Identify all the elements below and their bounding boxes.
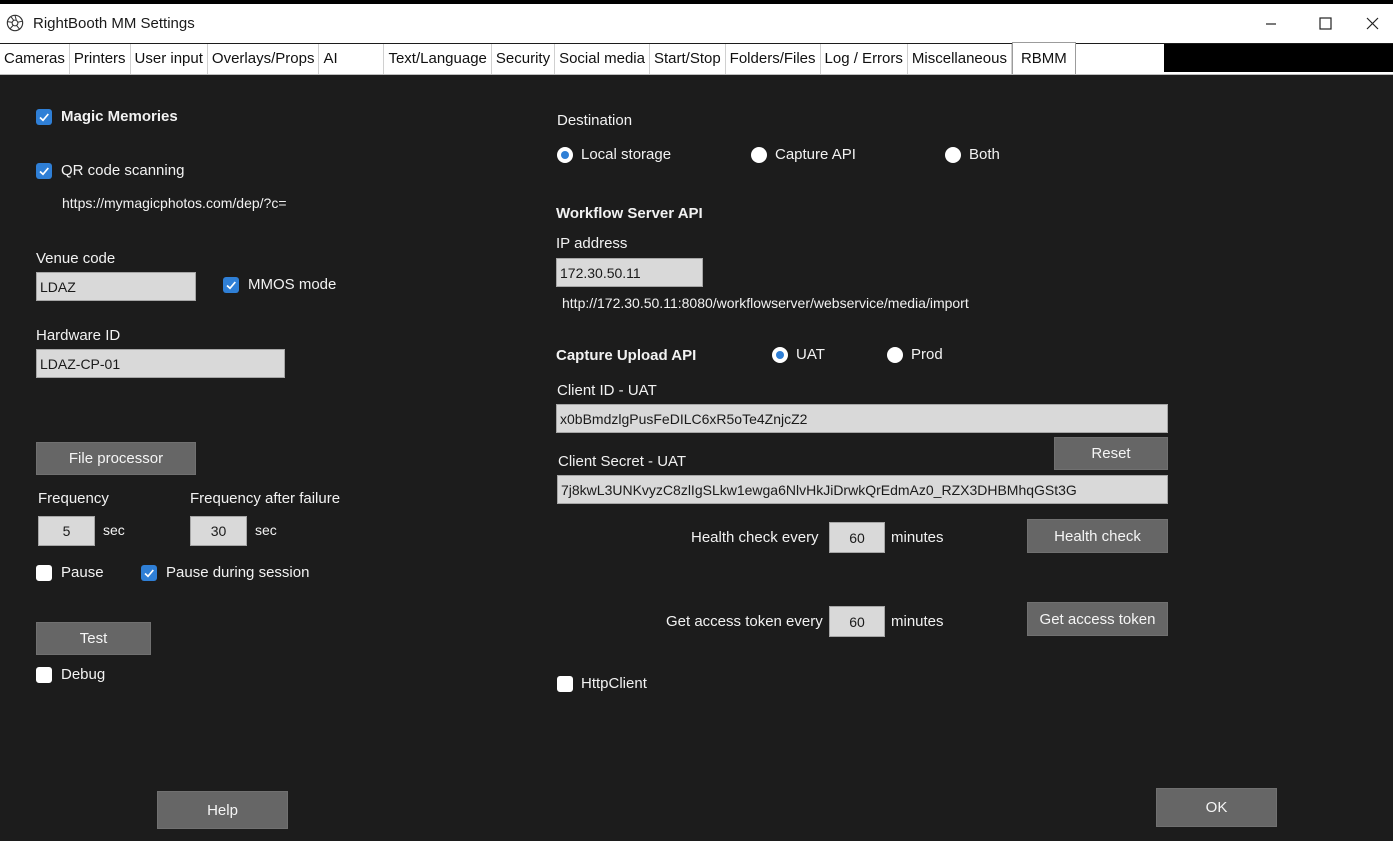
hardware-id-input[interactable]: LDAZ-CP-01 [36, 349, 285, 378]
close-button[interactable] [1352, 4, 1393, 43]
ok-button[interactable]: OK [1156, 788, 1277, 827]
title-bar: RightBooth MM Settings [0, 4, 1393, 43]
qr-url-text: https://mymagicphotos.com/dep/?c= [62, 195, 287, 211]
tab-printers[interactable]: Printers [70, 44, 131, 74]
tab-log-errors[interactable]: Log / Errors [821, 44, 908, 74]
env-prod-radio[interactable] [887, 347, 903, 363]
tab-overlays-props[interactable]: Overlays/Props [208, 44, 320, 74]
pause-label: Pause [61, 564, 104, 581]
ip-address-input[interactable]: 172.30.50.11 [556, 258, 703, 287]
mmos-mode-label: MMOS mode [248, 276, 337, 293]
capture-upload-heading: Capture Upload API [556, 347, 697, 364]
hardware-id-label: Hardware ID [36, 327, 121, 344]
env-uat-radio[interactable] [772, 347, 788, 363]
destination-capture-api-label: Capture API [775, 146, 856, 163]
file-processor-button[interactable]: File processor [36, 442, 196, 475]
destination-capture-api-radio[interactable] [751, 147, 767, 163]
destination-label: Destination [557, 112, 633, 129]
tab-user-input[interactable]: User input [131, 44, 208, 74]
client-secret-label: Client Secret - UAT [558, 453, 687, 470]
tab-cameras[interactable]: Cameras [0, 44, 70, 74]
client-secret-input[interactable]: 7j8kwL3UNKvyzC8zlIgSLkw1ewga6NlvHkJiDrwk… [557, 475, 1168, 504]
workflow-url-text: http://172.30.50.11:8080/workflowserver/… [562, 295, 969, 311]
env-prod-label: Prod [911, 346, 943, 363]
aperture-icon [6, 14, 24, 32]
httpclient-checkbox[interactable] [557, 676, 573, 692]
checkmark-icon [39, 167, 49, 176]
tab-folders-files[interactable]: Folders/Files [726, 44, 821, 74]
test-button[interactable]: Test [36, 622, 151, 655]
client-id-input[interactable]: x0bBmdzlgPusFeDILC6xR5oTe4ZnjcZ2 [556, 404, 1168, 433]
destination-local-storage-label: Local storage [581, 146, 672, 163]
frequency-after-failure-label: Frequency after failure [190, 490, 341, 507]
destination-local-storage-radio[interactable] [557, 147, 573, 163]
access-token-unit: minutes [891, 613, 944, 630]
help-button[interactable]: Help [157, 791, 288, 829]
destination-both-radio[interactable] [945, 147, 961, 163]
destination-both-label: Both [969, 146, 1000, 163]
magic-memories-label: Magic Memories [61, 108, 178, 125]
settings-tab-bar: Cameras Printers User input Overlays/Pro… [0, 42, 1393, 75]
reset-button[interactable]: Reset [1054, 437, 1168, 470]
access-token-label: Get access token every [666, 613, 823, 630]
mmos-mode-checkbox[interactable] [223, 277, 239, 293]
health-check-button[interactable]: Health check [1027, 519, 1168, 553]
checkmark-icon [144, 569, 154, 578]
ip-address-label: IP address [556, 235, 628, 252]
httpclient-label: HttpClient [581, 675, 647, 692]
frequency-label: Frequency [38, 490, 109, 507]
get-access-token-button[interactable]: Get access token [1027, 602, 1168, 636]
debug-label: Debug [61, 666, 106, 683]
env-uat-label: UAT [796, 346, 825, 363]
qr-scanning-checkbox[interactable] [36, 163, 52, 179]
checkmark-icon [39, 113, 49, 122]
tab-security[interactable]: Security [492, 44, 556, 74]
tab-bar-empty-area [1164, 44, 1393, 72]
debug-checkbox[interactable] [36, 667, 52, 683]
tab-start-stop[interactable]: Start/Stop [650, 44, 726, 74]
magic-memories-checkbox[interactable] [36, 109, 52, 125]
pause-during-session-checkbox[interactable] [141, 565, 157, 581]
frequency-unit: sec [103, 522, 125, 538]
client-id-label: Client ID - UAT [557, 382, 657, 399]
tab-ai[interactable]: AI [319, 44, 385, 74]
health-check-interval-input[interactable]: 60 [829, 522, 885, 553]
checkmark-icon [226, 281, 236, 290]
venue-code-input[interactable]: LDAZ [36, 272, 196, 301]
tab-social-media[interactable]: Social media [555, 44, 650, 74]
maximize-icon [1318, 17, 1332, 30]
frequency-after-failure-unit: sec [255, 522, 277, 538]
close-icon [1366, 17, 1379, 30]
tab-text-language[interactable]: Text/Language [384, 44, 492, 74]
pause-during-session-label: Pause during session [166, 564, 310, 581]
qr-scanning-label: QR code scanning [61, 162, 185, 179]
tab-list: Cameras Printers User input Overlays/Pro… [0, 42, 1076, 74]
tab-miscellaneous[interactable]: Miscellaneous [908, 44, 1012, 74]
workflow-server-heading: Workflow Server API [556, 205, 703, 222]
access-token-interval-input[interactable]: 60 [829, 606, 885, 637]
tab-rbmm[interactable]: RBMM [1011, 42, 1076, 74]
pause-checkbox[interactable] [36, 565, 52, 581]
health-check-unit: minutes [891, 529, 944, 546]
window-title: RightBooth MM Settings [33, 15, 195, 32]
minimize-button[interactable] [1248, 4, 1294, 43]
maximize-button[interactable] [1302, 4, 1348, 43]
health-check-label: Health check every [691, 529, 819, 546]
minimize-icon [1266, 22, 1276, 25]
venue-code-label: Venue code [36, 250, 116, 267]
frequency-input[interactable]: 5 [38, 516, 95, 546]
frequency-after-failure-input[interactable]: 30 [190, 516, 247, 546]
